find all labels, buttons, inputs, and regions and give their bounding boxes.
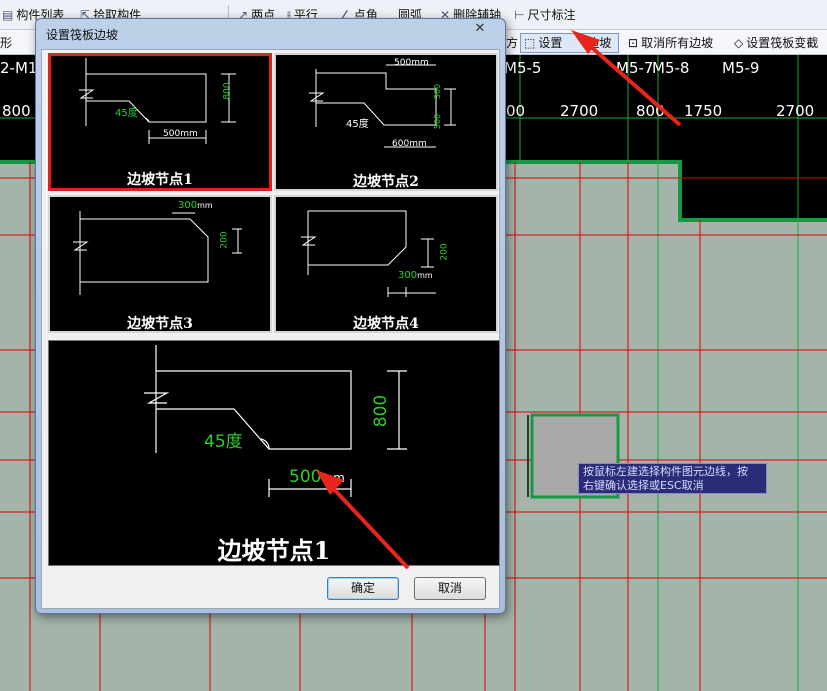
status-tooltip: 按鼠标左建选择构件图元边线，按 右键确认选择或ESC取消 [578,463,767,494]
set-raft-variable-button[interactable]: ◇ 设置筏板变截 [734,33,818,53]
height1-annotation: 300 [433,83,443,100]
node-label: 边坡节点3 [127,316,193,332]
slope-node-preview: 45度 500mm 800 边坡节点1 [48,340,500,566]
axis-label: M5-5 [504,59,542,77]
slope-node-2-tile[interactable]: 500mm 45度 600mm 300 500 边坡节点2 [274,53,498,191]
height-annotation: 800 [222,82,233,100]
node-label: 边坡节点4 [353,316,419,332]
width-annotation: 500mm [289,467,345,487]
cancel-slope-icon: ⊡ [628,36,639,50]
ok-button[interactable]: 确定 [327,577,399,600]
dimension-text: 00 [506,102,526,120]
height2-annotation: 500 [433,113,443,130]
dialog-title: 设置筏板边坡 [46,28,119,42]
width-annotation: 500mm [163,129,198,139]
dimension-text: 2700 [776,102,815,120]
height-annotation: 200 [439,243,450,261]
dialog-body: 45度 500mm 800 边坡节点1 500mm 45度 600mm 300 … [41,49,500,609]
height-annotation: 800 [371,394,392,428]
axis-label: M5-8 [652,59,690,77]
bottom-width-annotation: 600mm [392,139,427,149]
height-annotation: 200 [219,231,230,249]
variable-section-icon: ◇ [734,36,744,50]
list-icon: ▤ [2,8,14,22]
close-icon[interactable]: ✕ [470,21,490,36]
node-2-diagram [309,64,456,148]
cancel-all-slopes-button[interactable]: ⊡ 取消所有边坡 [628,33,713,53]
top-width-annotation: 500mm [394,58,429,68]
slope-node-3-tile[interactable]: 300mm 200 边坡节点3 [48,195,272,333]
angle-annotation: 45度 [346,119,369,130]
set-slope-icon: ⬚ [524,36,536,50]
dimension-text: 800 [636,102,665,120]
square-button[interactable]: 方 [506,33,518,53]
dimension-label-button[interactable]: ⊢ 尺寸标注 [514,6,575,24]
cancel-button[interactable]: 取消 [414,577,486,600]
node-label: 边坡节点1 [127,172,193,188]
preview-label: 边坡节点1 [217,536,331,565]
dimension-text: 800 [2,102,31,120]
dimension-icon: ⊢ [514,8,525,22]
dimension-text: 1750 [684,102,723,120]
slope-node-1-tile[interactable]: 45度 500mm 800 边坡节点1 [48,53,272,191]
axis-label: 2-M1 [0,59,38,77]
angle-annotation: 45度 [204,432,243,452]
axis-label: M5-7 [616,59,654,77]
node-4-diagram [301,210,436,297]
dimension-text: 2700 [560,102,599,120]
set-raft-slope-dialog: 设置筏板边坡 ✕ 45度 500mm 800 边坡节点1 500mm 45度 6… [35,18,506,614]
shape-button[interactable]: 形 [0,33,12,53]
angle-annotation: 45度 [115,108,138,119]
width-annotation: 300mm [178,200,213,211]
axis-label: M5-9 [722,59,760,77]
node-label: 边坡节点2 [353,174,419,190]
node-3-diagram [73,211,242,295]
set-slope-button[interactable]: ⬚ 设置 边坡 [520,33,619,53]
slope-node-4-tile[interactable]: 300mm 200 边坡节点4 [274,195,498,333]
width-annotation: 300mm [398,270,433,281]
